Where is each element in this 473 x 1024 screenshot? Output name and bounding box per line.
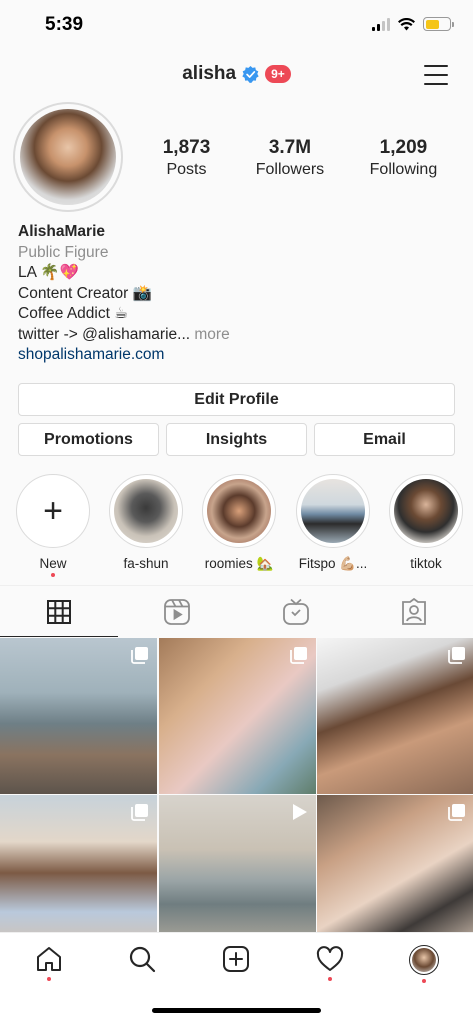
highlight-ring: [296, 474, 370, 548]
stat-posts-value: 1,873: [162, 137, 211, 158]
stat-posts[interactable]: 1,873 Posts: [163, 137, 211, 179]
promotions-button[interactable]: Promotions: [18, 423, 159, 456]
grid-icon: [47, 599, 72, 624]
highlight-label: fa-shun: [123, 556, 169, 571]
highlight-label: roomies 🏡: [204, 556, 274, 571]
igtv-icon: [282, 598, 309, 625]
bio-line: Content Creator 📸: [18, 284, 152, 302]
highlight-label: Fitspo 💪🏼...: [298, 556, 368, 571]
menu-line: [424, 65, 448, 67]
tab-igtv[interactable]: [237, 586, 355, 637]
highlight-new-ring: +: [16, 474, 90, 548]
nav-new-post[interactable]: [216, 945, 256, 985]
stat-posts-label: Posts: [166, 161, 207, 178]
status-icons: [372, 17, 454, 31]
header-title[interactable]: alisha 9+: [0, 63, 473, 85]
posts-grid: [0, 638, 473, 951]
nav-activity-dot: [328, 977, 332, 981]
cellular-signal-icon: [372, 17, 390, 31]
bio-name: AlishaMarie: [18, 223, 106, 240]
menu-line: [424, 83, 448, 85]
home-icon: [37, 947, 61, 971]
tab-reels[interactable]: [118, 586, 236, 637]
post-thumbnail[interactable]: [158, 795, 316, 951]
carousel-icon: [131, 647, 148, 664]
highlight-roomies[interactable]: roomies 🏡: [199, 474, 279, 572]
profile-bio: AlishaMarie Public Figure LA 🌴💖 Content …: [18, 222, 230, 366]
carousel-icon: [131, 804, 148, 821]
stat-followers-label: Followers: [255, 161, 325, 178]
tab-tagged[interactable]: [355, 586, 473, 637]
highlight-new[interactable]: + New: [13, 474, 93, 577]
stat-following[interactable]: 1,209 Following: [370, 137, 438, 179]
status-bar: 5:39: [0, 0, 473, 50]
nav-search[interactable]: [122, 945, 162, 985]
post-thumbnail[interactable]: [317, 638, 473, 794]
profile-header: alisha 9+: [0, 55, 473, 97]
bio-website-link[interactable]: shopalishamarie.com: [18, 345, 230, 366]
highlight-tiktok[interactable]: tiktok: [386, 474, 466, 571]
stat-followers-value: 3.7M: [268, 137, 312, 158]
battery-icon: [423, 17, 454, 31]
highlight-cover: [207, 479, 271, 543]
plus-icon: +: [43, 492, 63, 530]
bio-more-link[interactable]: more: [194, 326, 229, 343]
carousel-icon: [448, 804, 465, 821]
nav-profile[interactable]: [404, 945, 444, 985]
header-username: alisha: [182, 63, 237, 84]
nav-activity[interactable]: [310, 945, 350, 985]
carousel-icon: [289, 647, 307, 664]
wifi-icon: [398, 17, 415, 30]
profile-stats: 1,873 Posts 3.7M Followers 1,209 Followi…: [140, 137, 460, 179]
nav-home[interactable]: [29, 945, 69, 985]
highlight-cover: [114, 479, 178, 543]
highlight-ring: [202, 474, 276, 548]
profile-avatar-icon: [409, 945, 439, 975]
carousel-icon: [448, 647, 465, 664]
highlight-fitspo[interactable]: Fitspo 💪🏼...: [293, 474, 373, 572]
home-indicator[interactable]: [152, 1008, 321, 1013]
highlight-cover: [301, 479, 365, 543]
post-thumbnail[interactable]: [0, 638, 157, 794]
bio-category: Public Figure: [18, 243, 109, 261]
highlight-label: tiktok: [410, 556, 442, 571]
post-thumbnail[interactable]: [317, 795, 473, 951]
highlight-cover: [394, 479, 458, 543]
edit-profile-button[interactable]: Edit Profile: [18, 383, 455, 416]
stat-following-label: Following: [369, 161, 438, 178]
highlight-ring: [109, 474, 183, 548]
stat-followers[interactable]: 3.7M Followers: [256, 137, 324, 179]
status-time: 5:39: [45, 14, 84, 35]
email-button[interactable]: Email: [314, 423, 455, 456]
post-thumbnail[interactable]: [0, 795, 157, 951]
bio-line: Coffee Addict ☕: [18, 305, 129, 322]
activity-heart-icon: [316, 946, 344, 971]
menu-line: [424, 74, 448, 76]
menu-button[interactable]: [424, 65, 448, 85]
tab-grid[interactable]: [0, 586, 119, 637]
verified-badge-icon: [242, 65, 259, 83]
profile-photo: [20, 109, 116, 205]
video-play-icon: [292, 804, 307, 820]
bio-line: LA 🌴💖: [18, 264, 80, 281]
highlight-ring: [389, 474, 463, 548]
bio-line: twitter -> @alishamarie...: [18, 325, 191, 343]
new-indicator-dot: [51, 573, 55, 577]
notification-badge[interactable]: 9+: [265, 65, 291, 83]
tagged-icon: [401, 597, 426, 625]
nav-activity-dot: [422, 979, 426, 983]
search-icon: [129, 946, 156, 973]
highlight-label: New: [39, 556, 67, 571]
post-thumbnail[interactable]: [158, 638, 316, 794]
highlight-fa-shun[interactable]: fa-shun: [106, 474, 186, 571]
story-highlights: + New fa-shun roomies 🏡 Fitspo 💪🏼... tik…: [0, 474, 473, 577]
reels-icon: [164, 598, 191, 625]
nav-activity-dot: [47, 977, 51, 981]
bio-line-truncated: twitter -> @alishamarie... more: [18, 325, 230, 346]
new-post-icon: [223, 946, 249, 972]
insights-button[interactable]: Insights: [166, 423, 307, 456]
stat-following-value: 1,209: [379, 137, 428, 158]
profile-avatar[interactable]: [13, 102, 123, 212]
profile-tabs: [0, 585, 473, 637]
